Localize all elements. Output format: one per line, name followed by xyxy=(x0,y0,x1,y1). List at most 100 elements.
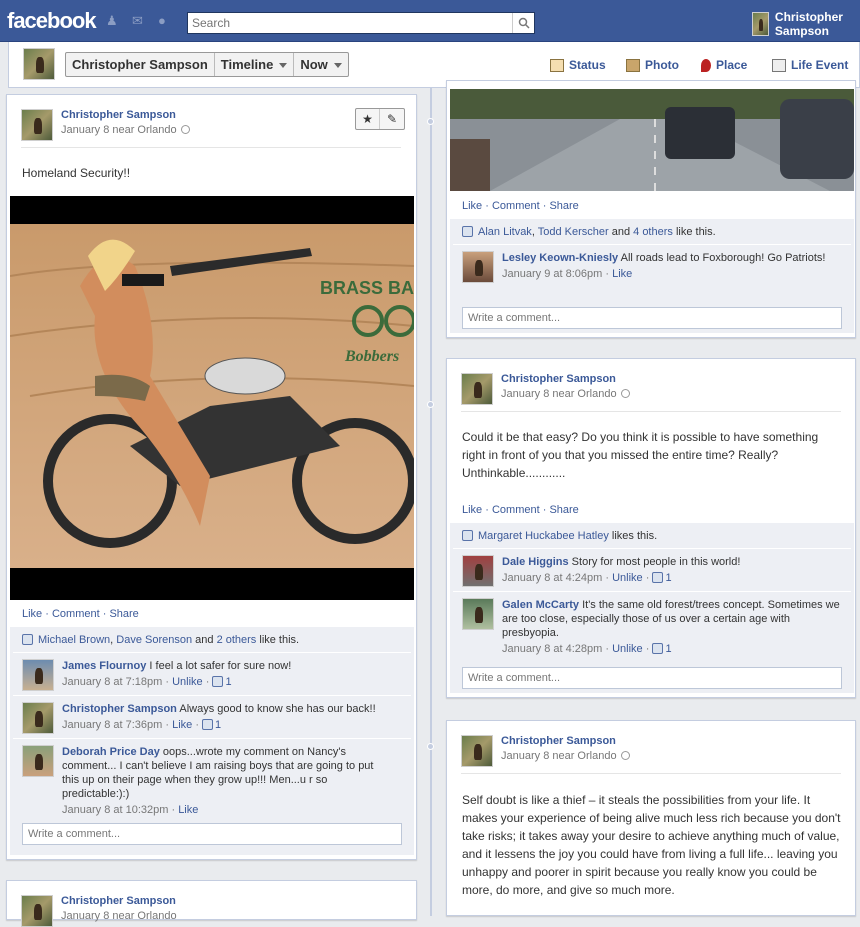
timeline-dropdown[interactable]: Timeline xyxy=(215,53,295,76)
like-link[interactable]: Like xyxy=(462,200,482,212)
messages-icon[interactable]: ✉ xyxy=(132,14,148,28)
post-meta: January 8 near Orlando xyxy=(61,124,190,136)
unlike-link[interactable]: Unlike xyxy=(612,643,643,655)
thumbs-up-icon xyxy=(652,572,664,583)
notifications-globe-icon[interactable]: ● xyxy=(158,14,174,28)
now-dropdown[interactable]: Now xyxy=(294,53,347,76)
divider xyxy=(461,773,841,774)
timeline-post: Like · Comment · Share Alan Litvak, Todd… xyxy=(446,80,856,338)
write-comment-input[interactable]: Write a comment... xyxy=(22,823,402,845)
others-link[interactable]: 4 others xyxy=(633,226,673,238)
comment-time[interactable]: January 8 at 7:36pm xyxy=(62,719,162,731)
like-link[interactable]: Like xyxy=(172,719,192,731)
comment-time[interactable]: January 9 at 8:06pm xyxy=(502,268,602,280)
comment-text: Story for most people in this world! xyxy=(568,556,741,568)
liker-link[interactable]: Dave Sorenson xyxy=(116,634,192,646)
post-header: Christopher Sampson January 8 near Orlan… xyxy=(21,109,190,141)
post-author[interactable]: Christopher Sampson xyxy=(501,735,630,747)
like-link[interactable]: Like xyxy=(462,504,482,516)
write-comment-input[interactable]: Write a comment... xyxy=(462,667,842,689)
comment-author[interactable]: Christopher Sampson xyxy=(62,703,177,715)
avatar[interactable] xyxy=(462,598,494,630)
comment-link[interactable]: Comment xyxy=(52,608,100,620)
timeline-dot xyxy=(427,743,434,750)
comment-time[interactable]: January 8 at 10:32pm xyxy=(62,804,168,816)
post-meta: January 8 near Orlando xyxy=(61,910,177,922)
post-meta: January 8 near Orlando xyxy=(501,388,630,400)
comment-time[interactable]: January 8 at 7:18pm xyxy=(62,676,162,688)
others-link[interactable]: 2 others xyxy=(217,634,257,646)
share-link[interactable]: Share xyxy=(549,200,578,212)
comment-author[interactable]: Deborah Price Day xyxy=(62,746,160,758)
divider xyxy=(13,652,411,653)
profile-name-button[interactable]: Christopher Sampson xyxy=(66,53,215,76)
avatar[interactable] xyxy=(22,659,54,691)
star-icon[interactable]: ★ xyxy=(356,109,380,129)
like-count[interactable]: 1 xyxy=(215,719,221,731)
composer-status[interactable]: Status xyxy=(550,58,606,72)
comment-text: All roads lead to Foxborough! Go Patriot… xyxy=(618,252,826,264)
write-comment-input[interactable]: Write a comment... xyxy=(462,307,842,329)
likes-summary: Michael Brown, Dave Sorenson and 2 other… xyxy=(22,634,299,646)
divider xyxy=(21,147,401,148)
divider xyxy=(453,591,851,592)
unlike-link[interactable]: Unlike xyxy=(612,572,643,584)
unlike-link[interactable]: Unlike xyxy=(172,676,203,688)
avatar[interactable] xyxy=(461,373,493,405)
thumbs-up-icon xyxy=(462,530,473,541)
post-author[interactable]: Christopher Sampson xyxy=(61,109,190,121)
image-brand-text: BRASS BA xyxy=(320,278,414,298)
like-count[interactable]: 1 xyxy=(225,676,231,688)
composer-place[interactable]: Place xyxy=(701,58,747,72)
comment-link[interactable]: Comment xyxy=(492,200,540,212)
like-link[interactable]: Like xyxy=(178,804,198,816)
friend-requests-icon[interactable]: ♟ xyxy=(106,14,122,28)
search-icon[interactable] xyxy=(512,13,534,33)
like-link[interactable]: Like xyxy=(612,268,632,280)
book-icon xyxy=(772,58,786,72)
comment-author[interactable]: Dale Higgins xyxy=(502,556,569,568)
post-author[interactable]: Christopher Sampson xyxy=(61,895,177,907)
status-icon xyxy=(550,58,564,72)
liker-link[interactable]: Michael Brown xyxy=(38,634,110,646)
search-box[interactable] xyxy=(187,12,535,34)
post-author[interactable]: Christopher Sampson xyxy=(501,373,630,385)
comment-author[interactable]: Galen McCarty xyxy=(502,599,579,611)
avatar[interactable] xyxy=(462,555,494,587)
facebook-logo[interactable]: facebook xyxy=(7,8,97,34)
timeline-post: Christopher Sampson January 8 near Orlan… xyxy=(446,720,856,916)
comment-author[interactable]: Lesley Keown-Kniesly xyxy=(502,252,618,264)
comment-time[interactable]: January 8 at 4:28pm xyxy=(502,643,602,655)
composer-photo[interactable]: Photo xyxy=(626,58,679,72)
liker-link[interactable]: Todd Kerscher xyxy=(538,226,609,238)
avatar[interactable] xyxy=(21,109,53,141)
avatar[interactable] xyxy=(462,251,494,283)
avatar[interactable] xyxy=(461,735,493,767)
like-count[interactable]: 1 xyxy=(665,643,671,655)
globe-icon xyxy=(620,389,630,398)
photo-icon xyxy=(626,58,640,72)
post-photo[interactable] xyxy=(450,89,854,191)
avatar[interactable] xyxy=(21,895,53,927)
post-photo[interactable]: BRASS BA Bobbers xyxy=(10,196,414,600)
comment-link[interactable]: Comment xyxy=(492,504,540,516)
liker-link[interactable]: Margaret Huckabee Hatley xyxy=(478,530,609,542)
search-input[interactable] xyxy=(188,13,508,33)
comment-author[interactable]: James Flournoy xyxy=(62,660,146,672)
avatar[interactable] xyxy=(23,48,55,80)
avatar[interactable] xyxy=(22,702,54,734)
timeline-dot xyxy=(427,118,434,125)
composer-life-event[interactable]: Life Event xyxy=(772,58,848,72)
share-link[interactable]: Share xyxy=(109,608,138,620)
top-user-link[interactable]: Christopher Sampson xyxy=(752,10,860,38)
timeline-post: Christopher Sampson January 8 near Orlan… xyxy=(6,94,417,860)
feedback-area: Alan Litvak, Todd Kerscher and 4 others … xyxy=(450,219,854,333)
pencil-icon[interactable]: ✎ xyxy=(380,109,404,129)
comment-time[interactable]: January 8 at 4:24pm xyxy=(502,572,602,584)
like-link[interactable]: Like xyxy=(22,608,42,620)
liker-link[interactable]: Alan Litvak xyxy=(478,226,532,238)
avatar[interactable] xyxy=(22,745,54,777)
comment: James Flournoy I feel a lot safer for su… xyxy=(22,659,402,691)
share-link[interactable]: Share xyxy=(549,504,578,516)
like-count[interactable]: 1 xyxy=(665,572,671,584)
